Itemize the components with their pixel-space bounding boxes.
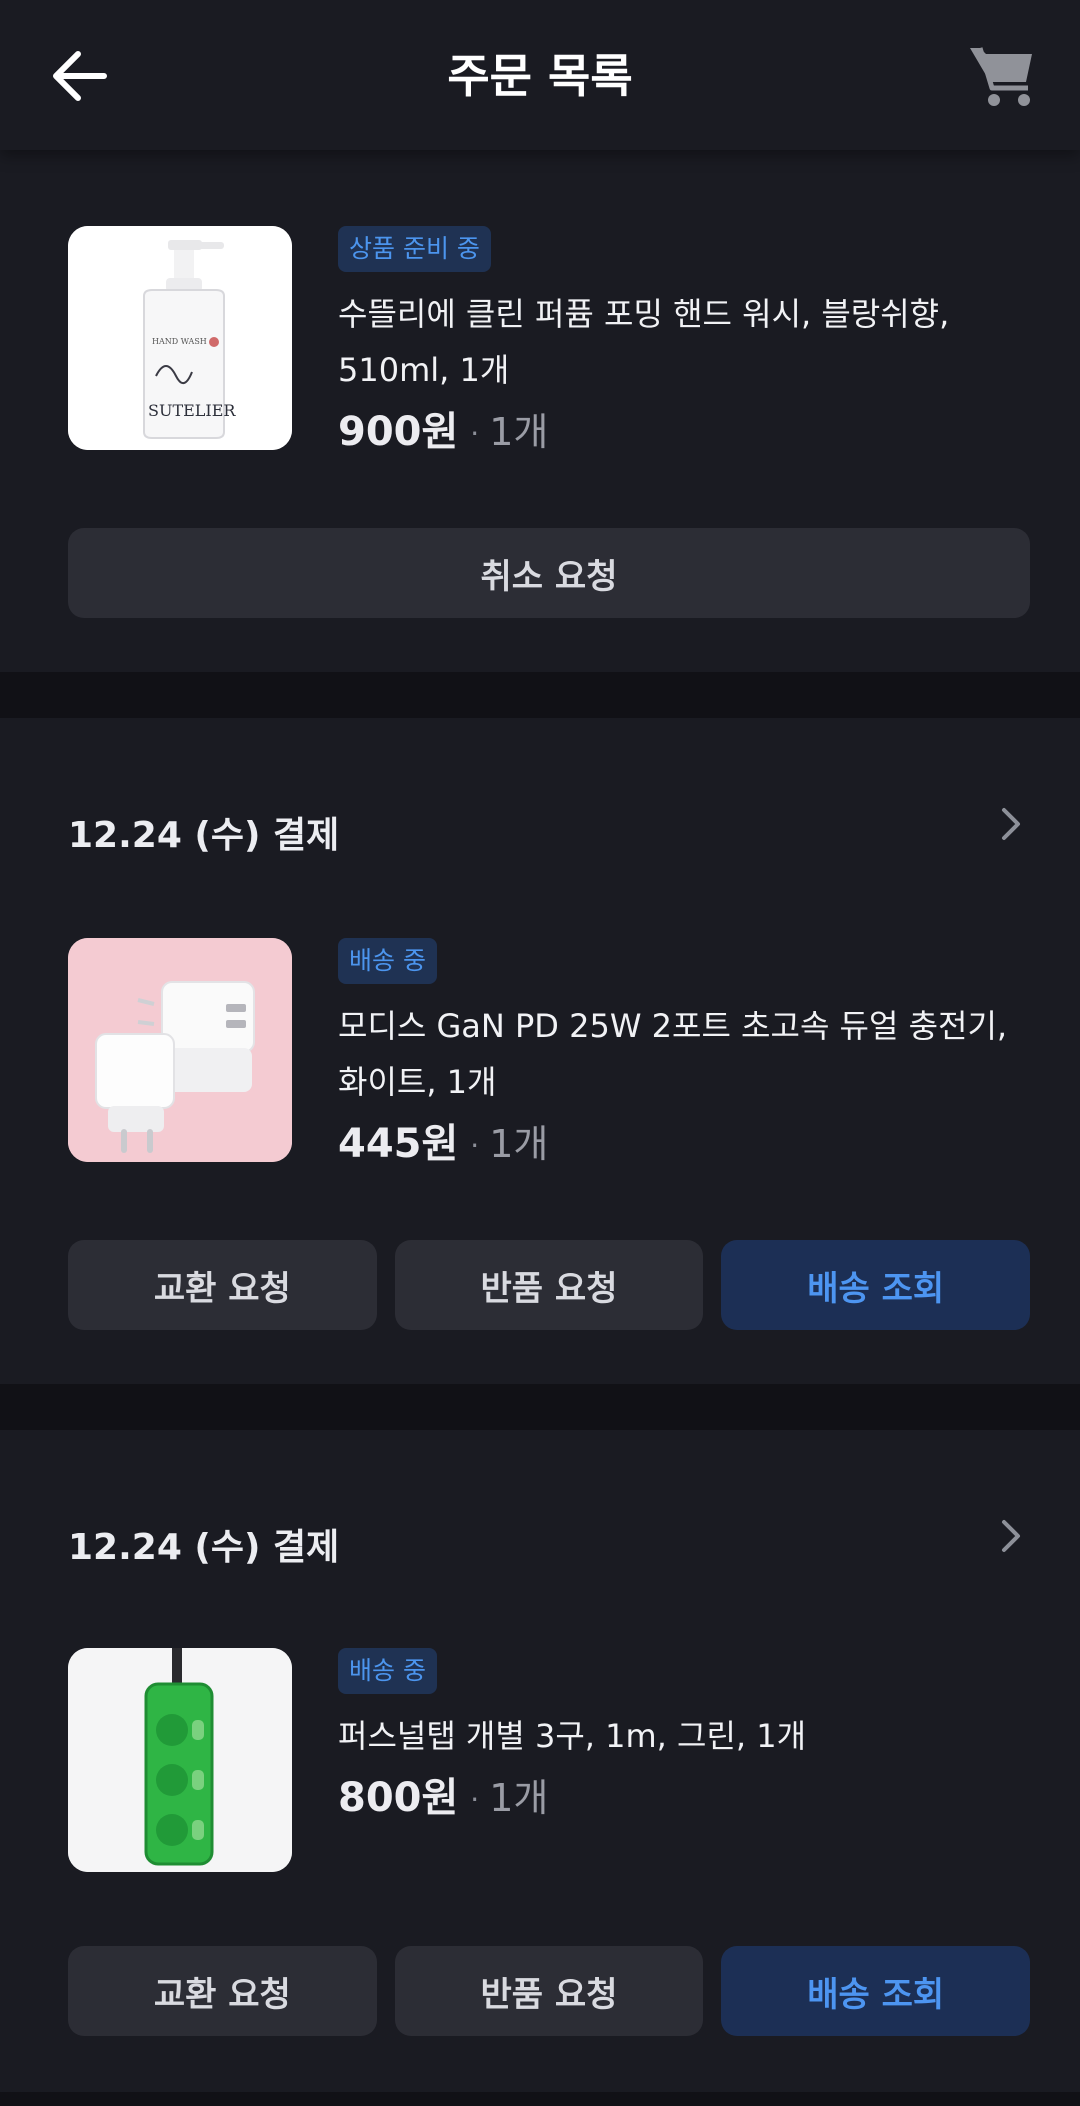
quantity: 1개 <box>489 410 549 454</box>
action-buttons: 취소 요청 <box>68 528 1030 618</box>
order-card: 12.24 (수) 결제 배송 중 모디스 GaN PD 25W 2포트 초고속… <box>0 718 1080 1384</box>
price-row: 900원 · 1개 <box>338 408 1030 458</box>
order-date-row[interactable]: 12.24 (수) 결제 <box>68 1508 1030 1568</box>
page-title: 주문 목록 <box>447 49 633 103</box>
cart-button[interactable] <box>968 44 1036 108</box>
product-info: 상품 준비 중 수뜰리에 클린 퍼퓸 포밍 핸드 워시, 블랑쉬향, 510ml… <box>338 226 1030 458</box>
order-date-row[interactable]: 12.24 (수) 결제 <box>68 796 1030 856</box>
quantity: 1개 <box>489 1776 549 1820</box>
separator: · <box>470 1783 480 1816</box>
track-delivery-button[interactable]: 배송 조회 <box>721 1240 1031 1330</box>
hand-wash-bottle-image: HAND WASH SUTELIER <box>68 226 292 450</box>
chevron-right-icon <box>1002 808 1020 840</box>
price: 445원 <box>338 1121 459 1167</box>
product-image[interactable]: HAND WASH SUTELIER <box>68 226 292 450</box>
cancel-request-button[interactable]: 취소 요청 <box>68 528 1030 618</box>
product-name[interactable]: 퍼스널탭 개별 3구, 1m, 그린, 1개 <box>338 1708 1030 1764</box>
exchange-request-button[interactable]: 교환 요청 <box>68 1240 377 1330</box>
separator: · <box>470 417 480 450</box>
product-name[interactable]: 수뜰리에 클린 퍼퓸 포밍 핸드 워시, 블랑쉬향, 510ml, 1개 <box>338 286 1030 398</box>
product-info: 배송 중 모디스 GaN PD 25W 2포트 초고속 듀얼 충전기, 화이트,… <box>338 938 1030 1170</box>
return-request-button[interactable]: 반품 요청 <box>394 1946 704 2036</box>
track-delivery-button[interactable]: 배송 조회 <box>721 1946 1031 2036</box>
order-item: 배송 중 퍼스널탭 개별 3구, 1m, 그린, 1개 800원 · 1개 <box>68 1648 1030 1878</box>
svg-text:HAND WASH: HAND WASH <box>152 337 207 346</box>
exchange-request-button[interactable]: 교환 요청 <box>68 1946 377 2036</box>
order-card: 12.24 (수) 결제 배송 중 퍼스널탭 개별 3구, 1m, 그린, 1개 <box>0 1430 1080 2092</box>
action-buttons: 교환 요청 반품 요청 배송 조회 <box>68 1946 1031 2036</box>
cart-icon <box>970 47 1032 106</box>
product-name[interactable]: 모디스 GaN PD 25W 2포트 초고속 듀얼 충전기, 화이트, 1개 <box>338 998 1030 1110</box>
order-date: 12.24 (수) 결제 <box>68 1527 340 1568</box>
order-card: HAND WASH SUTELIER 상품 준비 중 수뜰리에 클린 퍼퓸 포밍… <box>0 150 1080 672</box>
order-item: HAND WASH SUTELIER 상품 준비 중 수뜰리에 클린 퍼퓸 포밍… <box>68 226 1030 456</box>
quantity: 1개 <box>489 1122 549 1166</box>
status-badge: 상품 준비 중 <box>338 226 491 272</box>
action-buttons: 교환 요청 반품 요청 배송 조회 <box>68 1240 1031 1330</box>
usb-charger-image <box>68 938 292 1162</box>
order-item: 배송 중 모디스 GaN PD 25W 2포트 초고속 듀얼 충전기, 화이트,… <box>68 938 1030 1168</box>
top-app-bar: 주문 목록 <box>0 0 1080 150</box>
price-row: 800원 · 1개 <box>338 1774 1030 1824</box>
price-row: 445원 · 1개 <box>338 1120 1030 1170</box>
status-badge: 배송 중 <box>338 1648 437 1694</box>
svg-text:SUTELIER: SUTELIER <box>148 401 236 420</box>
power-strip-image <box>68 1648 292 1872</box>
price: 800원 <box>338 1775 459 1821</box>
order-date: 12.24 (수) 결제 <box>68 815 340 856</box>
product-image[interactable] <box>68 938 292 1162</box>
return-request-button[interactable]: 반품 요청 <box>394 1240 704 1330</box>
product-image[interactable] <box>68 1648 292 1872</box>
status-badge: 배송 중 <box>338 938 437 984</box>
price: 900원 <box>338 409 459 455</box>
chevron-right-icon <box>1002 1520 1020 1552</box>
product-info: 배송 중 퍼스널탭 개별 3구, 1m, 그린, 1개 800원 · 1개 <box>338 1648 1030 1824</box>
separator: · <box>470 1129 480 1162</box>
